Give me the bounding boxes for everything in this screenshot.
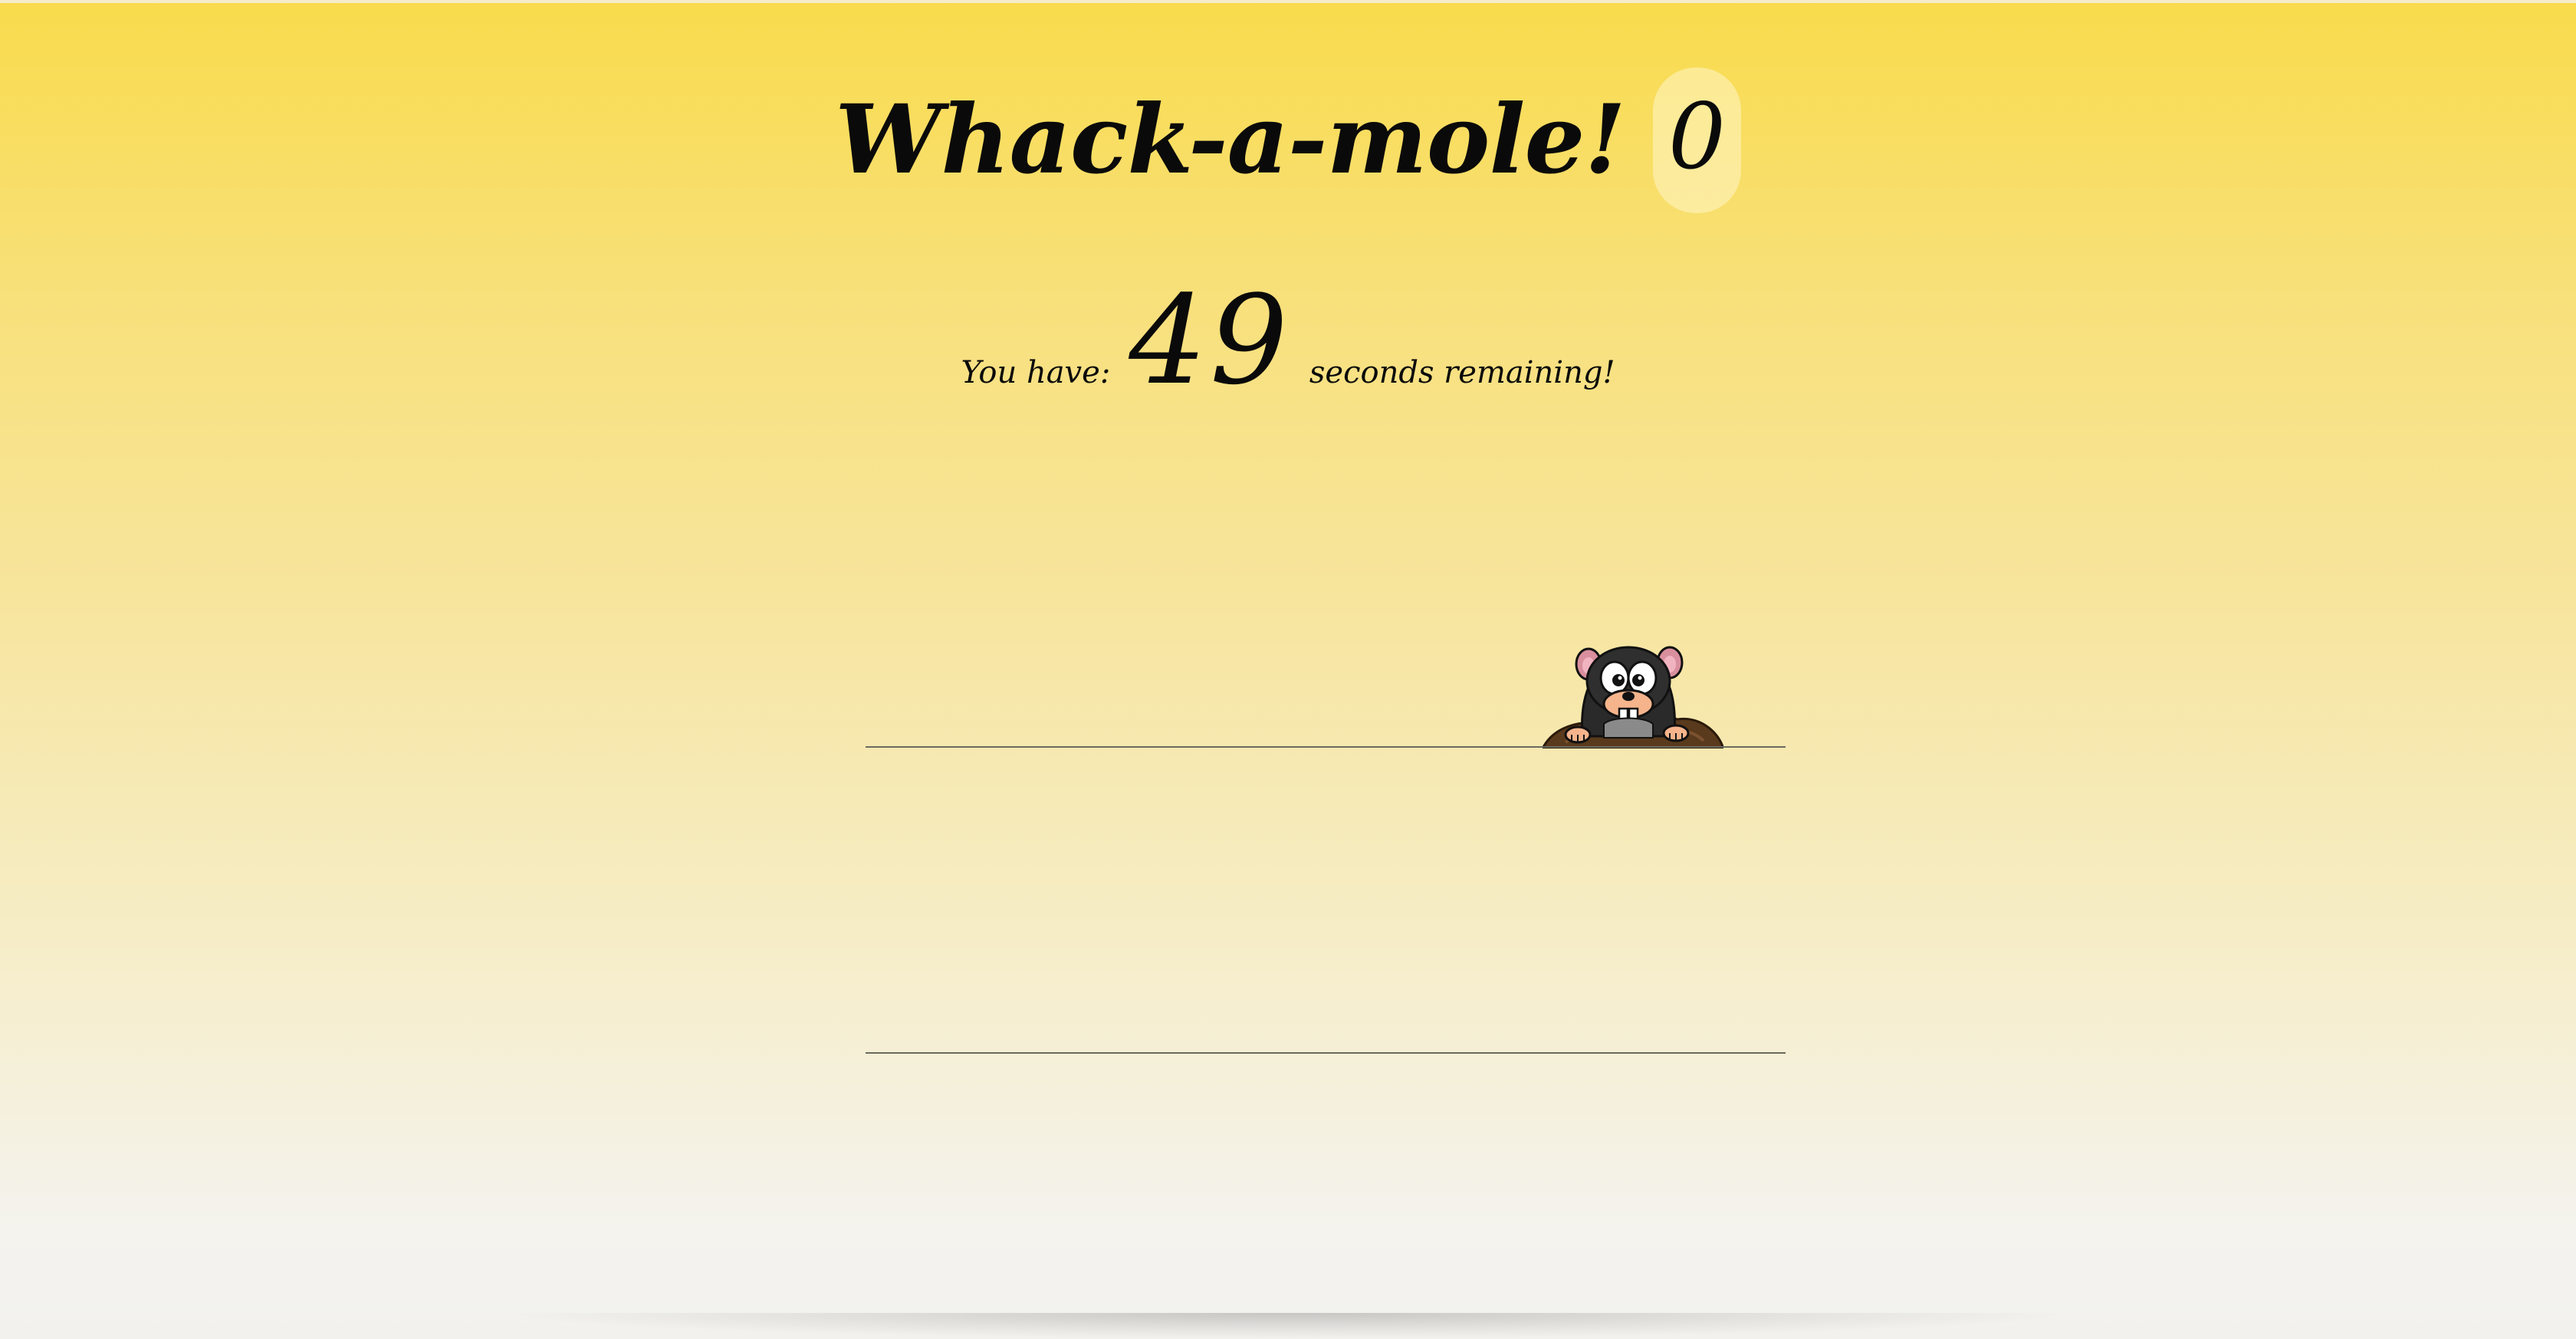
timer-seconds: 49 — [1129, 268, 1291, 412]
mole-hole-active[interactable] — [1540, 637, 1726, 750]
score-value: 0 — [1668, 84, 1726, 189]
game-header: Whack-a-mole! 0 — [0, 67, 2576, 213]
bottom-shadow — [498, 1313, 2078, 1339]
score-badge: 0 — [1652, 67, 1741, 213]
ground-line-row-1 — [866, 746, 1786, 748]
timer-suffix: seconds remaining! — [1309, 355, 1615, 390]
ground-line-row-2 — [866, 1052, 1786, 1054]
window-top-edge — [0, 0, 2576, 3]
mole-icon[interactable] — [1540, 637, 1726, 750]
game-title: Whack-a-mole! — [835, 84, 1626, 196]
timer-prefix: You have: — [961, 355, 1111, 390]
timer: You have: 49 seconds remaining! — [0, 268, 2576, 412]
